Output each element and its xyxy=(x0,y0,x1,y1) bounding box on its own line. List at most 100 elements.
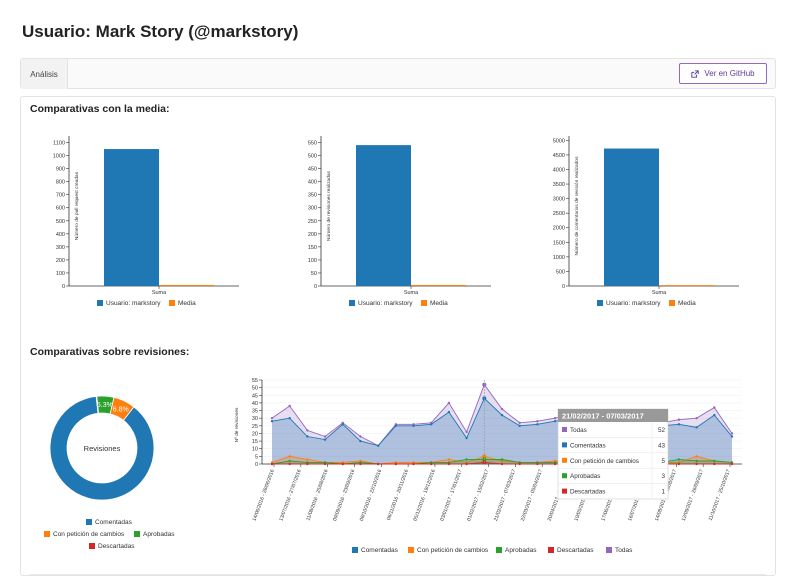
donut-legend-swatch-1 xyxy=(44,531,50,537)
data-point xyxy=(412,462,415,466)
external-link-icon xyxy=(691,69,700,78)
y-tick-label: 3000 xyxy=(553,197,565,203)
data-point xyxy=(376,462,380,466)
data-point xyxy=(500,462,504,466)
x-tick-label: 01/02/2017 - 15/02/2017 xyxy=(466,468,490,521)
y-tick-label: 500 xyxy=(308,154,317,160)
y-axis-label: Número de revisiones realizadas xyxy=(326,170,332,240)
data-point xyxy=(500,413,504,417)
area-chart-reviews-timeline: 0510152025303540455055Nº de revisiones14… xyxy=(234,378,742,554)
tooltip-row-name: Con petición de cambios xyxy=(570,458,639,465)
y-tick-label: 0 xyxy=(62,284,65,290)
x-tick-label: 21/02/2017 - 07/03/2017 xyxy=(493,468,517,521)
data-point xyxy=(270,462,274,466)
data-point xyxy=(500,458,504,461)
data-point xyxy=(270,420,274,423)
data-point xyxy=(518,421,521,424)
tooltip-swatch xyxy=(562,457,567,463)
y-axis-label: Nº de revisiones xyxy=(234,407,240,442)
bottom-divider xyxy=(30,574,766,575)
chart-legend: Usuario: markstory Media xyxy=(97,300,196,307)
y-tick-label: 30 xyxy=(252,416,258,422)
y-tick-label: 2500 xyxy=(553,211,565,217)
area-legend-label-0: Comentadas xyxy=(361,547,399,554)
y-tick-label: 350 xyxy=(308,193,317,199)
legend-swatch-usuario xyxy=(97,300,103,306)
data-point xyxy=(553,420,557,423)
x-tick-label: Suma xyxy=(404,290,419,296)
area-legend-label-3: Descartadas xyxy=(557,547,594,554)
data-point xyxy=(536,420,539,423)
tooltip-swatch xyxy=(562,473,567,479)
data-point xyxy=(306,429,309,432)
data-point xyxy=(536,423,539,426)
bar-media xyxy=(659,285,714,286)
area-legend-swatch-2 xyxy=(496,547,502,553)
view-on-github-label: Ver en GitHub xyxy=(704,69,755,78)
page-title: Usuario: Mark Story (@markstory) xyxy=(22,22,299,41)
data-point xyxy=(536,462,539,466)
y-tick-label: 10 xyxy=(252,447,258,453)
data-point xyxy=(288,459,291,463)
legend-label-usuario: Usuario: markstory xyxy=(606,300,661,307)
data-point xyxy=(677,423,681,426)
tooltip-row-value: 52 xyxy=(658,427,666,434)
data-point xyxy=(713,462,716,466)
legend-label-usuario: Usuario: markstory xyxy=(106,300,161,307)
donut-label-1: 6.8% xyxy=(113,406,129,413)
tab-bar: Análisis Ver en GitHub xyxy=(20,58,776,89)
legend-swatch-media xyxy=(669,300,675,306)
tab-analisis[interactable]: Análisis xyxy=(21,59,68,89)
y-tick-label: 800 xyxy=(56,180,65,186)
legend-swatch-media xyxy=(421,300,427,306)
data-point xyxy=(695,455,698,458)
data-point xyxy=(695,462,698,466)
data-point xyxy=(288,462,291,466)
legend-label-media: Media xyxy=(178,300,196,307)
chart-legend: Usuario: markstory Media xyxy=(597,300,696,307)
tooltip-row-value: 5 xyxy=(661,458,665,465)
data-point xyxy=(306,458,309,461)
area-legend-swatch-4 xyxy=(606,547,612,553)
data-point xyxy=(430,423,433,426)
data-point xyxy=(677,462,681,466)
bar-media xyxy=(411,284,466,286)
donut-legend-label-1: Con petición de cambios xyxy=(53,531,125,538)
data-point xyxy=(677,418,681,421)
data-point xyxy=(288,404,291,408)
x-tick-label: 09/09/2016 - 23/09/2016 xyxy=(332,468,356,521)
x-tick-label: 12/09/2017 - 26/09/2017 xyxy=(681,468,705,521)
data-point xyxy=(359,439,362,443)
x-tick-label: 03/01/2017 - 17/01/2017 xyxy=(439,468,463,521)
data-point xyxy=(341,462,344,466)
data-point xyxy=(376,444,380,447)
donut-legend-swatch-2 xyxy=(134,531,140,537)
y-tick-label: 50 xyxy=(252,386,258,392)
y-tick-label: 300 xyxy=(56,245,65,251)
y-tick-label: 1000 xyxy=(53,154,65,160)
y-tick-label: 100 xyxy=(308,258,317,264)
y-tick-label: 0 xyxy=(314,284,317,290)
y-tick-label: 4500 xyxy=(553,153,565,159)
y-tick-label: 2000 xyxy=(553,226,565,232)
legend-label-media: Media xyxy=(678,300,696,307)
y-tick-label: 400 xyxy=(308,180,317,186)
bar-usuario xyxy=(104,149,159,286)
legend-label-usuario: Usuario: markstory xyxy=(358,300,413,307)
data-point xyxy=(394,424,398,428)
y-axis-label: Número de comentarios de revisión realiz… xyxy=(574,156,580,256)
bar-chart-review-comments: 0 500 1000 1500 2000 2500 3000 3500 4000 4500 5000… xyxy=(553,136,739,307)
tooltip-row-value: 3 xyxy=(661,473,665,480)
y-tick-label: 4000 xyxy=(553,167,565,173)
tooltip-row-value: 1 xyxy=(661,489,665,496)
data-point xyxy=(553,416,557,420)
y-tick-label: 1100 xyxy=(53,141,65,147)
view-on-github-button[interactable]: Ver en GitHub xyxy=(679,63,767,84)
y-tick-label: 400 xyxy=(56,232,65,238)
data-point xyxy=(695,426,698,429)
x-tick-label: 11/08/2016 - 25/08/2016 xyxy=(305,468,329,521)
y-tick-label: 20 xyxy=(252,431,258,437)
data-point xyxy=(430,462,433,466)
x-tick-label: 05/12/2016 - 19/12/2016 xyxy=(413,468,437,521)
y-tick-label: 15 xyxy=(252,439,258,445)
